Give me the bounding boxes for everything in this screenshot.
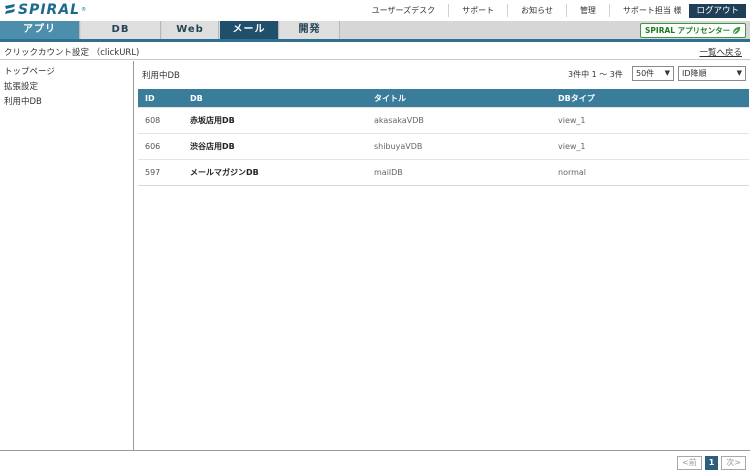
- cell-db-type: view_1: [558, 116, 586, 125]
- tab-web[interactable]: Web: [162, 21, 219, 39]
- app-center-label: SPIRAL アプリセンター: [645, 26, 731, 35]
- app-center-button[interactable]: SPIRAL アプリセンター: [640, 23, 746, 38]
- column-header-db-type[interactable]: DBタイプ: [551, 93, 749, 104]
- cell-db-type: normal: [558, 168, 587, 177]
- user-name-link[interactable]: サポート担当 様: [610, 4, 690, 17]
- cell-db[interactable]: メールマガジンDB: [183, 167, 367, 178]
- support-link[interactable]: サポート: [449, 4, 509, 17]
- tab-mail[interactable]: メール: [220, 21, 279, 39]
- breadcrumb-row: クリックカウント設定 （clickURL) 一覧へ戻る: [0, 44, 750, 60]
- top-links: ユーザーズデスク サポート お知らせ 管理 サポート担当 様 ログアウト: [359, 3, 746, 18]
- back-to-list-link[interactable]: 一覧へ戻る: [699, 46, 742, 58]
- sidebar-item-top-page[interactable]: トップページ: [0, 65, 133, 79]
- db-table: ID DB タイトル DBタイプ 608 赤坂店用DB akasakaVDB v…: [138, 89, 749, 186]
- per-page-value: 50件: [636, 69, 655, 78]
- per-page-select[interactable]: 50件 ▼: [632, 66, 674, 81]
- spiral-logo-icon: [5, 4, 15, 14]
- tab-db[interactable]: DB: [81, 21, 161, 39]
- main-tab-bar: アプリ DB Web メール 開発 SPIRAL アプリセンター: [0, 21, 750, 42]
- prev-page-button[interactable]: <前: [677, 456, 702, 470]
- current-page: 1: [704, 456, 719, 470]
- column-header-id[interactable]: ID: [138, 94, 183, 103]
- cell-db-type: view_1: [558, 142, 586, 151]
- logout-button[interactable]: ログアウト: [689, 3, 746, 18]
- result-count: 3件中 1 ～ 3件: [568, 70, 623, 79]
- leaf-icon: [732, 26, 741, 35]
- main-panel: 利用中DB 3件中 1 ～ 3件 50件 ▼ ID降順 ▼ ID DB タイトル…: [135, 61, 750, 450]
- tab-dev[interactable]: 開発: [280, 21, 340, 39]
- tab-app[interactable]: アプリ: [0, 21, 80, 39]
- column-header-db[interactable]: DB: [183, 94, 367, 103]
- table-row[interactable]: 606 渋谷店用DB shibuyaVDB view_1: [138, 133, 749, 159]
- table-header: ID DB タイトル DBタイプ: [138, 89, 749, 107]
- users-desk-link[interactable]: ユーザーズデスク: [359, 4, 450, 17]
- sort-value: ID降順: [682, 69, 707, 78]
- cell-title: mailDB: [374, 168, 403, 177]
- sidebar-item-db-in-use[interactable]: 利用中DB: [0, 95, 133, 109]
- pagination: <前 1 次>: [674, 456, 746, 470]
- logo-reg-mark: ®: [81, 7, 87, 13]
- sidebar-item-extended-settings[interactable]: 拡張設定: [0, 80, 133, 94]
- news-link[interactable]: お知らせ: [508, 4, 567, 17]
- cell-db[interactable]: 渋谷店用DB: [183, 141, 367, 152]
- cell-id: 606: [145, 142, 161, 151]
- cell-id: 597: [145, 168, 161, 177]
- top-header: SPIRAL ® ユーザーズデスク サポート お知らせ 管理 サポート担当 様 …: [0, 0, 750, 20]
- next-page-button[interactable]: 次>: [721, 456, 746, 470]
- bottom-bar: <前 1 次>: [0, 450, 750, 474]
- breadcrumb: クリックカウント設定 （clickURL): [4, 48, 140, 58]
- spiral-logo[interactable]: SPIRAL ®: [3, 2, 86, 18]
- column-header-title[interactable]: タイトル: [367, 93, 551, 104]
- sort-select[interactable]: ID降順 ▼: [678, 66, 746, 81]
- table-row[interactable]: 608 赤坂店用DB akasakaVDB view_1: [138, 107, 749, 133]
- logo-text: SPIRAL: [18, 2, 81, 18]
- admin-link[interactable]: 管理: [567, 4, 610, 17]
- chevron-down-icon: ▼: [664, 69, 670, 77]
- sidebar: トップページ 拡張設定 利用中DB: [0, 61, 134, 450]
- cell-id: 608: [145, 116, 161, 125]
- table-row[interactable]: 597 メールマガジンDB mailDB normal: [138, 159, 749, 185]
- cell-db[interactable]: 赤坂店用DB: [183, 115, 367, 126]
- page-title: 利用中DB: [142, 71, 180, 81]
- cell-title: shibuyaVDB: [374, 142, 423, 151]
- chevron-down-icon: ▼: [736, 69, 742, 77]
- cell-title: akasakaVDB: [374, 116, 424, 125]
